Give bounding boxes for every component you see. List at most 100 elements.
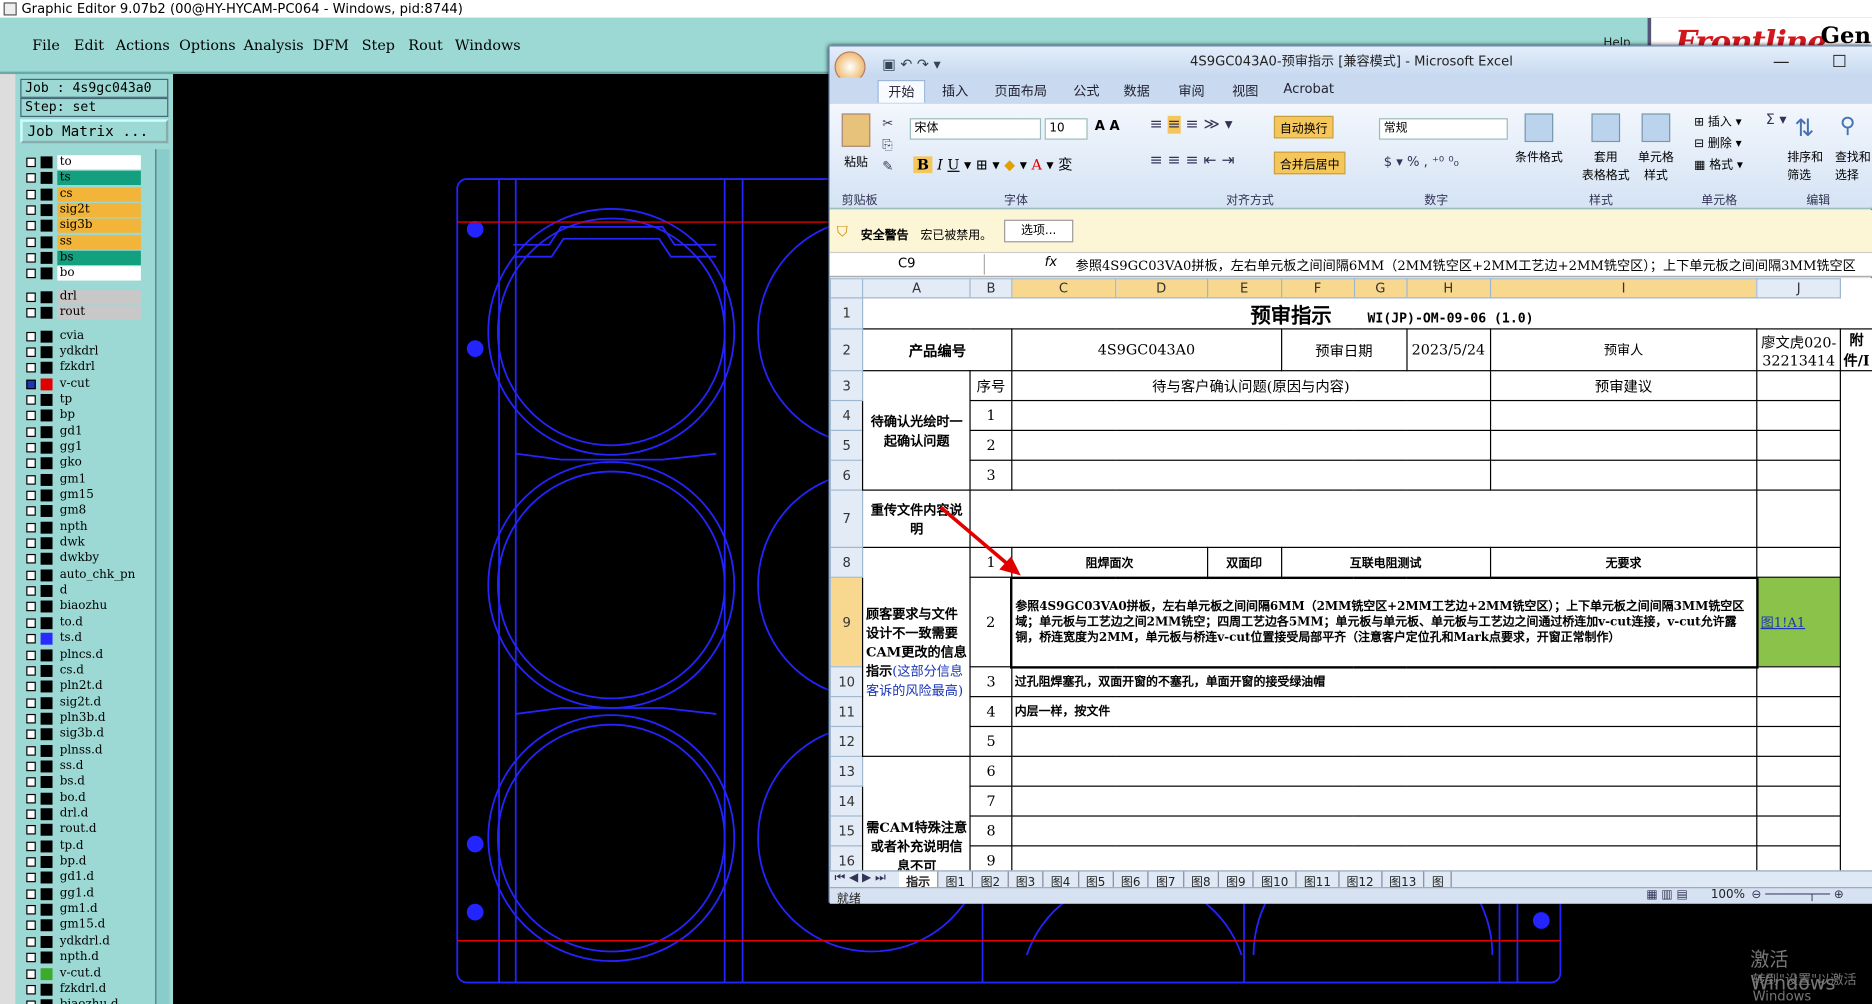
layer-checkbox[interactable] [26, 269, 36, 279]
layer-row[interactable]: to.d [21, 615, 141, 631]
layer-row[interactable]: gd1 [21, 424, 141, 439]
layer-row[interactable]: sig3b [21, 218, 141, 234]
paste-icon[interactable] [841, 113, 871, 147]
maximize-icon[interactable]: ☐ [1832, 47, 1847, 78]
layer-checkbox[interactable] [26, 379, 36, 389]
worksheet[interactable]: A B C D E F G H I J 1 预审指示 WI(JP)-OM-09-0… [829, 278, 1872, 871]
layer-checkbox[interactable] [26, 793, 36, 804]
find-select-icon[interactable]: ⚲ [1840, 113, 1856, 138]
menu-actions[interactable]: Actions [116, 37, 170, 54]
layer-row[interactable]: biaozhu [21, 599, 141, 615]
layer-row[interactable]: ydkdrl [21, 344, 141, 360]
menu-edit[interactable]: Edit [74, 37, 104, 54]
layer-row[interactable]: dwkby [21, 552, 141, 567]
layer-checkbox[interactable] [26, 173, 36, 184]
layer-checkbox[interactable] [26, 538, 36, 549]
menu-step[interactable]: Step [362, 37, 395, 54]
tab-formulas[interactable]: 公式 [1073, 81, 1099, 100]
layer-checkbox[interactable] [26, 889, 36, 899]
layer-row[interactable]: ts [21, 171, 141, 186]
menu-dfm[interactable]: DFM [313, 37, 349, 54]
layer-row[interactable]: to [21, 155, 141, 170]
tab-page-layout[interactable]: 页面布局 [995, 81, 1048, 100]
layer-row[interactable]: d [21, 583, 141, 599]
layer-checkbox[interactable] [26, 490, 36, 501]
layer-checkbox[interactable] [26, 952, 36, 963]
layer-row[interactable]: tp [21, 392, 141, 407]
layer-checkbox[interactable] [26, 292, 36, 302]
layer-row[interactable]: cvia [21, 328, 141, 344]
sort-filter-label[interactable]: 排序和 筛选 [1787, 147, 1823, 183]
layer-row[interactable]: npth.d [21, 950, 141, 965]
layer-row[interactable]: cs [21, 187, 141, 202]
layer-checkbox[interactable] [26, 857, 36, 867]
layer-checkbox[interactable] [26, 825, 36, 835]
autosum-icon[interactable]: Σ ▾ [1766, 111, 1787, 128]
layer-checkbox[interactable] [26, 681, 36, 692]
layer-scrollbar[interactable] [155, 149, 170, 1004]
layer-row[interactable]: gd1.d [21, 870, 141, 886]
font-grow-icon[interactable]: A A [1095, 118, 1120, 134]
layer-checkbox[interactable] [26, 618, 36, 628]
layer-row[interactable]: rout.d [21, 822, 141, 838]
table-format-icon[interactable] [1591, 113, 1621, 143]
layer-row[interactable]: gm1.d [21, 902, 141, 918]
menu-rout[interactable]: Rout [408, 37, 442, 54]
layer-checkbox[interactable] [26, 634, 36, 644]
layer-row[interactable]: pln2t.d [21, 679, 141, 694]
zoom-slider[interactable]: ⊖ ──────┬── ⊕ [1751, 888, 1843, 901]
layer-row[interactable]: bs [21, 250, 141, 266]
layer-row[interactable]: tp.d [21, 838, 141, 854]
layer-row[interactable]: bo.d [21, 791, 141, 806]
layer-row[interactable]: auto_chk_pn [21, 567, 141, 583]
layer-row[interactable]: gg1 [21, 440, 141, 455]
layer-row[interactable]: v-cut [21, 376, 141, 392]
layer-row[interactable]: bp [21, 408, 141, 423]
layer-checkbox[interactable] [26, 761, 36, 772]
tab-data[interactable]: 数据 [1123, 81, 1149, 100]
menu-windows[interactable]: Windows [455, 37, 521, 54]
table-format-label[interactable]: 套用 表格格式 [1570, 147, 1642, 183]
layer-checkbox[interactable] [26, 554, 36, 564]
cell-style-icon[interactable] [1641, 113, 1671, 143]
layer-row[interactable]: rout [21, 305, 141, 321]
layer-checkbox[interactable] [26, 984, 36, 995]
align-top-icons[interactable]: ≡ ≡ ≡ ≫ ▾ [1150, 115, 1233, 134]
layer-row[interactable]: ss.d [21, 759, 141, 774]
menu-analysis[interactable]: Analysis [244, 37, 304, 54]
layer-checkbox[interactable] [26, 522, 36, 533]
layer-checkbox[interactable] [26, 458, 36, 469]
layer-row[interactable]: sig2t.d [21, 695, 141, 710]
conditional-format-icon[interactable] [1524, 113, 1554, 143]
paste-label[interactable]: 粘贴 [844, 152, 868, 169]
layer-checkbox[interactable] [26, 665, 36, 676]
layer-checkbox[interactable] [26, 809, 36, 820]
number-format-select[interactable]: 常规 [1378, 118, 1508, 140]
layer-checkbox[interactable] [26, 841, 36, 851]
layer-checkbox[interactable] [26, 650, 36, 660]
layer-row[interactable]: gm1 [21, 472, 141, 487]
layer-checkbox[interactable] [26, 410, 36, 421]
layer-checkbox[interactable] [26, 936, 36, 947]
delete-cells-button[interactable]: ⊟ 删除 ▾ [1694, 133, 1741, 150]
layer-checkbox[interactable] [26, 602, 36, 612]
layer-checkbox[interactable] [26, 221, 36, 231]
bold-italic-underline-icons[interactable]: B I U ▾ ⊞ ▾ ◆ ▾ A ▾ 変 [913, 154, 1072, 174]
layer-row[interactable]: gko [21, 456, 141, 471]
sort-filter-icon[interactable]: ⇅ [1794, 113, 1814, 142]
layer-checkbox[interactable] [26, 570, 36, 580]
layer-row[interactable]: ss [21, 234, 141, 250]
layer-checkbox[interactable] [26, 347, 36, 357]
merge-center-button[interactable]: 合并后居中 [1273, 151, 1346, 175]
layer-checkbox[interactable] [26, 308, 36, 318]
layer-checkbox[interactable] [26, 442, 36, 453]
layer-row[interactable]: v-cut.d [21, 966, 141, 981]
layer-checkbox[interactable] [26, 873, 36, 883]
minimize-icon[interactable]: — [1773, 47, 1790, 78]
align-left-icons[interactable]: ≡ ≡ ≡ ⇤ ⇥ [1150, 152, 1235, 170]
layer-row[interactable]: cs.d [21, 663, 141, 678]
conditional-format-label[interactable]: 条件格式 [1515, 147, 1563, 165]
layer-row[interactable]: fzkdrl.d [21, 982, 141, 997]
layer-checkbox[interactable] [26, 395, 36, 405]
sheet-nav-icons[interactable]: ⏮ ◀ ▶ ⏭ [835, 872, 886, 885]
